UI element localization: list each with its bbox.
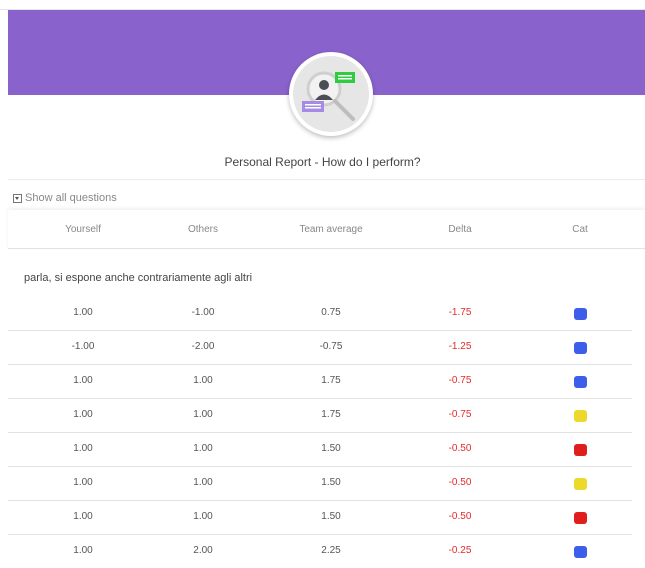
category-swatch [574,410,587,422]
category-swatch [574,478,587,490]
category-swatch [574,376,587,388]
cell-delta: -0.50 [448,511,472,522]
header-yourself: Yourself [65,224,101,235]
category-swatch [574,546,587,558]
report-avatar [289,52,373,136]
cell-others: 1.00 [193,409,213,420]
table-row: 1.00 1.00 1.75 -0.75 [8,398,632,433]
cell-delta: -0.75 [448,409,472,420]
cell-others: -2.00 [191,341,215,352]
expand-checkbox-icon[interactable] [13,193,22,203]
cell-delta: -1.75 [448,307,472,318]
cell-others: 2.00 [193,545,213,556]
cell-yourself: 1.00 [73,409,93,420]
header-team-average: Team average [299,224,363,235]
category-swatch [574,512,587,524]
cell-delta: -0.75 [448,375,472,386]
show-all-questions-toggle[interactable]: Show all questions [13,192,117,204]
cell-team-average: 1.50 [321,443,341,454]
cell-delta: -0.25 [448,545,472,556]
cell-team-average: 1.75 [321,375,341,386]
table-row: 1.00 2.00 2.25 -0.25 [8,534,632,568]
cell-yourself: 1.00 [73,307,93,318]
cell-team-average: 2.25 [321,545,341,556]
table-header: Yourself Others Team average Delta Cat [8,210,645,249]
cell-yourself: 1.00 [73,511,93,522]
cell-others: -1.00 [191,307,215,318]
cell-delta: -0.50 [448,477,472,488]
question-label: parla, si espone anche contrariamente ag… [24,272,253,284]
category-swatch [574,342,587,354]
category-swatch [574,444,587,456]
show-all-questions-label[interactable]: Show all questions [25,192,117,204]
table-row: 1.00 1.00 1.75 -0.75 [8,364,632,399]
cell-others: 1.00 [193,443,213,454]
cell-others: 1.00 [193,477,213,488]
table-row: 1.00 1.00 1.50 -0.50 [8,500,632,535]
title-divider [8,179,645,180]
category-swatch [574,308,587,320]
table-row: 1.00 1.00 1.50 -0.50 [8,432,632,467]
cell-team-average: 1.50 [321,511,341,522]
top-edge [0,0,645,10]
cell-team-average: 0.75 [321,307,341,318]
cell-yourself: 1.00 [73,545,93,556]
cell-others: 1.00 [193,375,213,386]
table-row: -1.00 -2.00 -0.75 -1.25 [8,330,632,365]
cell-yourself: 1.00 [73,443,93,454]
cell-others: 1.00 [193,511,213,522]
cell-team-average: -0.75 [319,341,343,352]
table-row: 1.00 1.00 1.50 -0.50 [8,466,632,501]
cell-yourself: 1.00 [73,375,93,386]
cell-delta: -0.50 [448,443,472,454]
cell-team-average: 1.50 [321,477,341,488]
header-others: Others [187,224,218,235]
cell-yourself: -1.00 [71,341,95,352]
page-title: Personal Report - How do I perform? [224,155,421,169]
cell-delta: -1.25 [448,341,472,352]
cell-team-average: 1.75 [321,409,341,420]
header-delta: Delta [448,224,472,235]
header-cat: Cat [572,224,588,235]
table-row: 1.00 -1.00 0.75 -1.75 [8,296,632,331]
cell-yourself: 1.00 [73,477,93,488]
user-search-icon [293,56,369,132]
